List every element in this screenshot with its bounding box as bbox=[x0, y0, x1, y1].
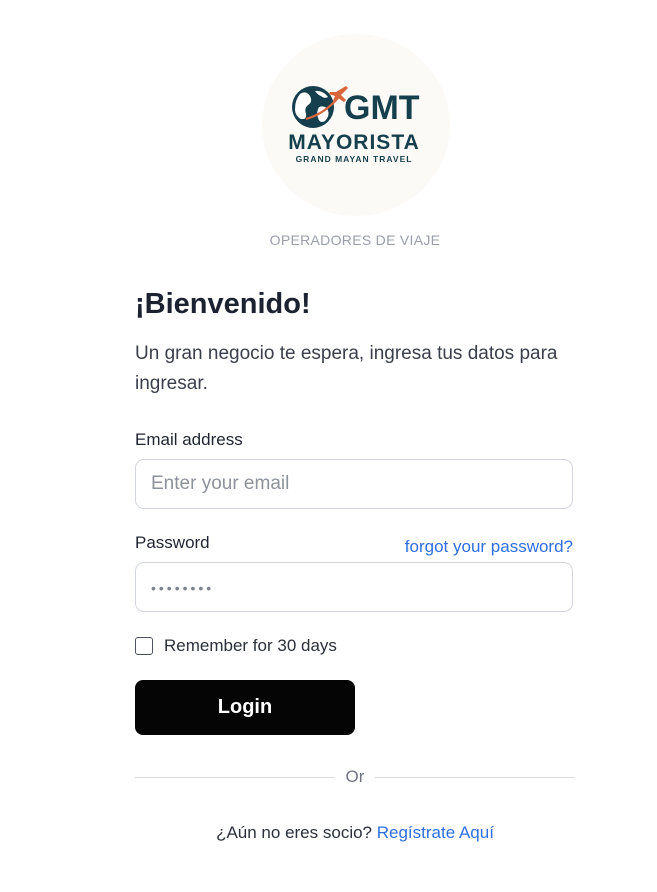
section-label: OPERADORES DE VIAJE bbox=[269, 232, 441, 248]
remember-checkbox[interactable] bbox=[135, 637, 153, 655]
page-title: ¡Bienvenido! bbox=[135, 288, 311, 320]
signup-link[interactable]: Regístrate Aquí bbox=[377, 823, 494, 842]
email-label: Email address bbox=[135, 430, 243, 449]
login-button[interactable]: Login bbox=[135, 680, 355, 735]
divider-line-right bbox=[375, 777, 575, 778]
remember-label: Remember for 30 days bbox=[164, 636, 337, 655]
password-label: Password bbox=[135, 533, 210, 552]
logo-name: MAYORISTA bbox=[288, 131, 420, 154]
signup-row: ¿Aún no eres socio? Regístrate Aquí bbox=[0, 823, 657, 843]
logo-title: GMT bbox=[344, 89, 420, 127]
remember-row[interactable]: Remember for 30 days bbox=[135, 636, 337, 656]
page-subtitle: Un gran negocio te espera, ingresa tus d… bbox=[135, 343, 558, 394]
password-masked-value: •••••••• bbox=[151, 580, 215, 596]
logo-subtitle: GRAND MAYAN TRAVEL bbox=[295, 154, 413, 164]
divider-label: Or bbox=[345, 767, 365, 786]
signup-prompt: ¿Aún no eres socio? bbox=[216, 823, 377, 842]
email-field[interactable] bbox=[135, 459, 573, 509]
divider-line-left bbox=[135, 777, 335, 778]
forgot-password-link[interactable]: forgot your password? bbox=[405, 537, 573, 557]
brand-logo: GMT MAYORISTA GRAND MAYAN TRAVEL bbox=[262, 34, 450, 216]
